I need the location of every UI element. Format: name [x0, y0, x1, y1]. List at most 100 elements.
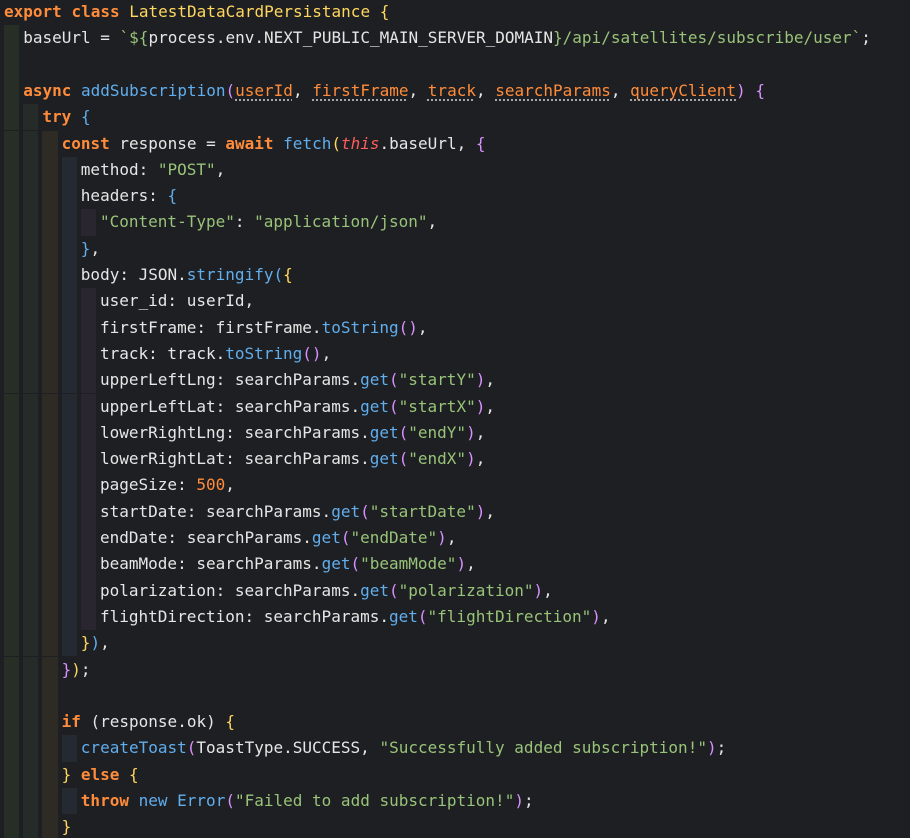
code-token: "startDate"	[369, 501, 476, 521]
code-line[interactable]: user_id: userId,	[100, 288, 254, 314]
code-line[interactable]: endDate: searchParams.get("endDate"),	[100, 525, 456, 551]
indent-guide	[23, 340, 39, 368]
code-token: LatestDataCardPersistance	[129, 2, 371, 21]
code-token: )	[706, 738, 717, 758]
code-token: ,	[610, 80, 631, 100]
indent-guide	[4, 314, 20, 341]
indent-guide	[23, 183, 39, 210]
indent-guide	[4, 340, 20, 368]
code-token: "endY"	[408, 422, 467, 442]
code-token: "Failed to add subscription!"	[234, 791, 515, 810]
code-line[interactable]: upperLeftLng: searchParams.get("startY")…	[100, 367, 495, 393]
code-line[interactable]: body: JSON.stringify({	[81, 262, 293, 288]
indent-guide	[23, 314, 39, 341]
indent-guide	[23, 419, 39, 447]
code-token: baseUrl	[23, 28, 91, 48]
indent-guide	[4, 761, 20, 788]
code-token: method:	[80, 159, 158, 179]
code-line[interactable]: export class LatestDataCardPersistance {	[4, 0, 389, 25]
code-line[interactable]: const response = await fetch(this.baseUr…	[62, 131, 486, 157]
code-token: addSubscription	[81, 80, 226, 100]
code-line[interactable]: }	[62, 814, 72, 838]
code-token: firstFrame: firstFrame.	[100, 317, 322, 337]
code-line[interactable]: flightDirection: searchParams.get("fligh…	[100, 604, 611, 630]
indent-guide	[80, 446, 96, 473]
indent-guide	[4, 709, 20, 736]
indent-guide	[4, 551, 20, 578]
code-token: }	[61, 817, 72, 837]
indent-guide	[42, 656, 58, 683]
code-token: }	[553, 28, 563, 48]
code-line[interactable]: pageSize: 500,	[100, 472, 235, 498]
code-line[interactable]: "Content-Type": "application/json",	[100, 209, 437, 235]
indent-guide	[23, 393, 39, 420]
code-line[interactable]: headers: {	[81, 183, 177, 209]
indent-guide	[4, 682, 20, 710]
code-token: {	[283, 265, 293, 284]
code-token: toString	[225, 343, 303, 363]
code-line[interactable]: },	[81, 236, 100, 262]
code-line[interactable]: } else {	[62, 762, 139, 788]
indent-guide	[23, 788, 39, 815]
code-line[interactable]: firstFrame: firstFrame.toString(),	[100, 315, 428, 341]
code-line[interactable]: }),	[81, 630, 110, 656]
indent-guide	[42, 209, 58, 236]
code-token: createToast	[80, 738, 187, 758]
code-token: this	[340, 133, 380, 153]
code-line[interactable]: async addSubscription(userId, firstFrame…	[23, 78, 765, 104]
code-line[interactable]: lowerRightLat: searchParams.get("endX"),	[100, 446, 485, 472]
code-token: new	[138, 791, 168, 810]
code-line[interactable]: throw new Error("Failed to add subscript…	[81, 788, 534, 814]
code-token: (	[360, 501, 370, 521]
indent-guide	[42, 314, 58, 341]
code-editor[interactable]: export class LatestDataCardPersistance {…	[0, 0, 910, 838]
code-token: get	[369, 449, 399, 469]
code-token: ,	[485, 501, 495, 521]
code-line[interactable]: try {	[42, 104, 90, 130]
code-line[interactable]: });	[62, 657, 91, 683]
indent-guide	[61, 788, 77, 815]
indent-guide	[42, 419, 58, 447]
indent-guide	[4, 262, 20, 289]
indent-guide	[23, 235, 39, 262]
code-token: stringify	[186, 265, 274, 284]
indent-guide	[61, 288, 77, 315]
code-token: /api/satellites/subscribe/user`	[562, 28, 862, 48]
code-line[interactable]: baseUrl = `${process.env.NEXT_PUBLIC_MAI…	[23, 25, 871, 51]
indent-guide	[61, 735, 77, 762]
code-token: lowerRightLat: searchParams.	[100, 449, 370, 469]
indent-guide	[23, 525, 39, 552]
code-token: )	[475, 370, 486, 390]
code-token: ,	[485, 370, 495, 390]
code-line[interactable]: startDate: searchParams.get("startDate")…	[100, 499, 495, 525]
code-token: flightDirection: searchParams.	[100, 606, 389, 626]
code-token: try	[42, 107, 72, 127]
code-line[interactable]: upperLeftLat: searchParams.get("startX")…	[100, 394, 495, 420]
indent-guide	[23, 472, 39, 499]
indent-guide	[80, 525, 96, 552]
indent-guide	[42, 262, 58, 289]
code-line[interactable]: polarization: searchParams.get("polariza…	[100, 578, 553, 604]
indent-guide	[4, 77, 20, 105]
code-line[interactable]: track: track.toString(),	[100, 341, 331, 367]
code-token: async	[23, 80, 72, 100]
code-token: .baseUrl,	[379, 133, 476, 153]
code-token: ,	[475, 422, 486, 442]
indent-guide	[23, 682, 39, 710]
code-line[interactable]: beamMode: searchParams.get("beamMode"),	[100, 551, 476, 577]
code-line[interactable]: lowerRightLng: searchParams.get("endY"),	[100, 420, 485, 446]
code-line[interactable]: method: "POST",	[81, 157, 226, 183]
code-token: {	[755, 80, 765, 100]
indent-guide	[42, 577, 58, 604]
code-token: ToastType.SUCCESS,	[196, 738, 380, 758]
code-token: export	[4, 2, 62, 21]
code-line[interactable]: if (response.ok) {	[62, 709, 235, 735]
code-token: const	[61, 133, 110, 153]
indent-guide	[23, 577, 39, 604]
code-token: startDate: searchParams.	[100, 501, 332, 521]
indent-guide	[42, 709, 58, 736]
indent-guide	[61, 340, 77, 368]
code-line[interactable]: createToast(ToastType.SUCCESS, "Successf…	[81, 735, 726, 761]
